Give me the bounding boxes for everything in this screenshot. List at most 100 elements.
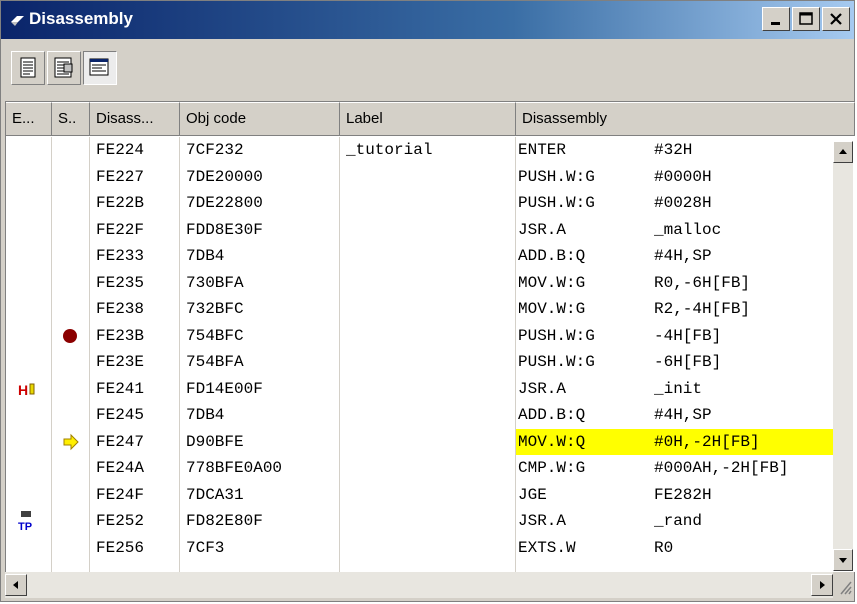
status-cell[interactable]: [52, 190, 89, 217]
label-cell[interactable]: [346, 190, 514, 217]
event-cell[interactable]: [6, 296, 51, 323]
event-cell[interactable]: [6, 137, 51, 164]
size-grip[interactable]: [833, 572, 853, 598]
event-cell[interactable]: TP: [6, 508, 51, 535]
operand-cell[interactable]: #4H,SP: [654, 243, 838, 270]
operand-cell[interactable]: #0H,-2H[FB]: [654, 429, 838, 456]
address-cell[interactable]: FE233: [96, 243, 180, 270]
obj-code-cell[interactable]: FDD8E30F: [186, 217, 338, 244]
address-cell[interactable]: FE245: [96, 402, 180, 429]
table-row[interactable]: FE23B 754BFC PUSH.W:G -4H[FB]: [6, 323, 855, 350]
operand-cell[interactable]: R2,-4H[FB]: [654, 296, 838, 323]
obj-code-cell[interactable]: 778BFE0A00: [186, 455, 338, 482]
obj-code-cell[interactable]: 7CF3: [186, 535, 338, 562]
operand-cell[interactable]: _init: [654, 376, 838, 403]
address-cell[interactable]: FE23B: [96, 323, 180, 350]
event-cell[interactable]: [6, 270, 51, 297]
mnemonic-cell[interactable]: JSR.A: [518, 376, 646, 403]
column-address[interactable]: Disass...: [90, 102, 180, 136]
address-cell[interactable]: FE23E: [96, 349, 180, 376]
obj-code-cell[interactable]: 754BFC: [186, 323, 338, 350]
mnemonic-cell[interactable]: PUSH.W:G: [518, 164, 646, 191]
status-cell[interactable]: [52, 243, 89, 270]
event-cell[interactable]: [6, 243, 51, 270]
operand-cell[interactable]: #000AH,-2H[FB]: [654, 455, 838, 482]
operand-cell[interactable]: #32H: [654, 137, 838, 164]
obj-code-cell[interactable]: 730BFA: [186, 270, 338, 297]
status-cell[interactable]: [52, 296, 89, 323]
operand-cell[interactable]: #0000H: [654, 164, 838, 191]
address-cell[interactable]: FE235: [96, 270, 180, 297]
mnemonic-cell[interactable]: JSR.A: [518, 508, 646, 535]
event-cell[interactable]: H: [6, 376, 51, 403]
obj-code-cell[interactable]: 7DB4: [186, 243, 338, 270]
status-cell[interactable]: [52, 429, 89, 456]
column-disassembly[interactable]: Disassembly: [516, 102, 855, 136]
event-cell[interactable]: [6, 190, 51, 217]
mnemonic-cell[interactable]: ENTER: [518, 137, 646, 164]
close-button[interactable]: [822, 7, 850, 31]
obj-code-cell[interactable]: 7DE22800: [186, 190, 338, 217]
table-row[interactable]: FE22B 7DE22800 PUSH.W:G #0028H: [6, 190, 855, 217]
obj-code-cell[interactable]: FD14E00F: [186, 376, 338, 403]
obj-code-cell[interactable]: 732BFC: [186, 296, 338, 323]
table-row[interactable]: TP FE252 FD82E80F JSR.A _rand: [6, 508, 855, 535]
operand-cell[interactable]: R0,-6H[FB]: [654, 270, 838, 297]
mnemonic-cell[interactable]: CMP.W:G: [518, 455, 646, 482]
mnemonic-cell[interactable]: ADD.B:Q: [518, 243, 646, 270]
obj-code-cell[interactable]: 7DB4: [186, 402, 338, 429]
mnemonic-cell[interactable]: MOV.W:Q: [518, 429, 646, 456]
table-row[interactable]: FE22F FDD8E30F JSR.A _malloc: [6, 217, 855, 244]
status-cell[interactable]: [52, 323, 89, 350]
table-row[interactable]: FE256 7CF3 EXTS.W R0: [6, 535, 855, 562]
label-cell[interactable]: [346, 349, 514, 376]
mnemonic-cell[interactable]: JGE: [518, 482, 646, 509]
address-cell[interactable]: FE241: [96, 376, 180, 403]
table-row[interactable]: FE247 D90BFE MOV.W:Q #0H,-2H[FB]: [6, 428, 855, 456]
mixed-view-button[interactable]: [47, 51, 81, 85]
label-cell[interactable]: [346, 482, 514, 509]
operand-cell[interactable]: #4H,SP: [654, 402, 838, 429]
operand-cell[interactable]: _malloc: [654, 217, 838, 244]
label-cell[interactable]: [346, 376, 514, 403]
mnemonic-cell[interactable]: ADD.B:Q: [518, 402, 646, 429]
address-cell[interactable]: FE24F: [96, 482, 180, 509]
status-cell[interactable]: [52, 455, 89, 482]
operand-cell[interactable]: _rand: [654, 508, 838, 535]
address-cell[interactable]: FE238: [96, 296, 180, 323]
scroll-down-button[interactable]: [833, 549, 853, 571]
table-row[interactable]: FE235 730BFA MOV.W:G R0,-6H[FB]: [6, 270, 855, 297]
label-cell[interactable]: [346, 429, 514, 456]
column-event[interactable]: E...: [6, 102, 52, 136]
column-obj-code[interactable]: Obj code: [180, 102, 340, 136]
event-cell[interactable]: [6, 164, 51, 191]
event-cell[interactable]: [6, 402, 51, 429]
label-cell[interactable]: [346, 243, 514, 270]
event-cell[interactable]: [6, 482, 51, 509]
label-cell[interactable]: [346, 296, 514, 323]
scroll-right-button[interactable]: [811, 574, 833, 596]
event-cell[interactable]: [6, 217, 51, 244]
label-cell[interactable]: [346, 535, 514, 562]
obj-code-cell[interactable]: 7CF232: [186, 137, 338, 164]
address-cell[interactable]: FE22B: [96, 190, 180, 217]
status-cell[interactable]: [52, 376, 89, 403]
address-cell[interactable]: FE22F: [96, 217, 180, 244]
status-cell[interactable]: [52, 164, 89, 191]
mnemonic-cell[interactable]: PUSH.W:G: [518, 190, 646, 217]
event-cell[interactable]: [6, 535, 51, 562]
label-cell[interactable]: [346, 455, 514, 482]
mnemonic-cell[interactable]: MOV.W:G: [518, 270, 646, 297]
mnemonic-cell[interactable]: PUSH.W:G: [518, 323, 646, 350]
label-cell[interactable]: [346, 508, 514, 535]
table-row[interactable]: FE233 7DB4 ADD.B:Q #4H,SP: [6, 243, 855, 270]
event-cell[interactable]: [6, 455, 51, 482]
scroll-up-button[interactable]: [833, 141, 853, 163]
source-view-button[interactable]: [11, 51, 45, 85]
table-row[interactable]: FE227 7DE20000 PUSH.W:G #0000H: [6, 164, 855, 191]
status-cell[interactable]: [52, 402, 89, 429]
title-bar[interactable]: Disassembly: [1, 1, 854, 39]
mnemonic-cell[interactable]: MOV.W:G: [518, 296, 646, 323]
status-cell[interactable]: [52, 535, 89, 562]
obj-code-cell[interactable]: D90BFE: [186, 429, 338, 456]
